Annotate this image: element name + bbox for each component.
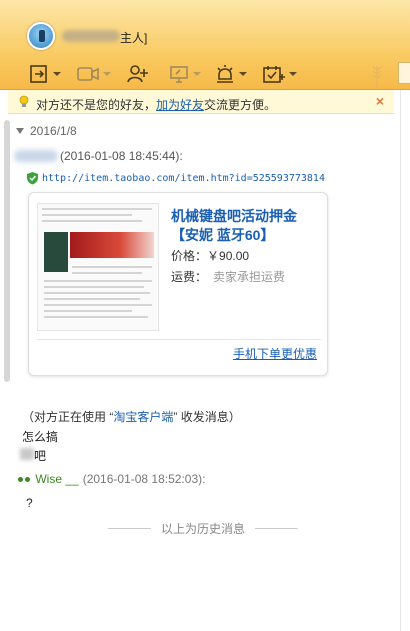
- price-row: 价格：￥90.00: [171, 247, 249, 264]
- message-timestamp: (2016-01-08 18:52:03):: [82, 472, 206, 486]
- chat-history[interactable]: 2016/1/8 (2016-01-08 18:45:44): http://i…: [0, 114, 410, 631]
- shipping-label: 运费：: [171, 270, 208, 284]
- chevron-down-icon: [239, 72, 247, 76]
- alarm-icon: [217, 65, 233, 83]
- date-group-header[interactable]: 2016/1/8: [16, 124, 77, 138]
- send-file-icon: [30, 65, 47, 83]
- status-dot-icon: [25, 477, 30, 483]
- message-text: ?: [26, 496, 33, 510]
- panel-border: [400, 90, 401, 631]
- side-panel-toggle[interactable]: [398, 62, 410, 84]
- divider-line: [255, 528, 299, 529]
- taobao-client-link[interactable]: 淘宝客户端: [113, 410, 173, 424]
- task-button[interactable]: [262, 62, 297, 86]
- client-notice-before: （对方正在使用 “: [22, 410, 114, 424]
- notice-text-before: 对方还不是您的好友，: [36, 98, 157, 112]
- shipping-row: 运费： 卖家承担运费: [171, 268, 285, 285]
- notice-text: 对方还不是您的好友，加为好友交流更方便。: [36, 96, 276, 113]
- video-call-icon: [77, 67, 99, 81]
- history-divider-label: 以上为历史消息: [161, 522, 246, 536]
- chevron-down-icon: [289, 72, 297, 76]
- redacted-text: [20, 448, 34, 460]
- verified-shield-icon: [27, 172, 38, 185]
- task-icon: [263, 66, 285, 83]
- add-friend-link[interactable]: 加为好友: [156, 98, 204, 112]
- product-thumbnail[interactable]: [37, 203, 159, 331]
- redacted-name: [62, 30, 120, 42]
- lightbulb-icon: [19, 95, 29, 107]
- status-dot-icon: [18, 477, 23, 483]
- product-title-link[interactable]: 机械键盘吧活动押金【安妮 蓝牙60】: [171, 207, 321, 245]
- toolbar: [0, 58, 410, 90]
- message-timestamp: (2016-01-08 18:45:44):: [60, 149, 183, 163]
- chevron-down-icon: [103, 72, 111, 76]
- history-divider: 以上为历史消息: [108, 520, 299, 537]
- client-notice: （对方正在使用 “淘宝客户端” 收发消息）: [22, 408, 241, 425]
- product-card[interactable]: 机械键盘吧活动押金【安妮 蓝牙60】 价格：￥90.00 运费： 卖家承担运费 手…: [28, 192, 328, 376]
- date-label: 2016/1/8: [30, 124, 77, 138]
- collapse-triangle-icon: [16, 128, 24, 134]
- alarm-button[interactable]: [214, 62, 247, 86]
- price-label: 价格：: [171, 249, 208, 263]
- screen-share-button[interactable]: [168, 62, 201, 86]
- friend-notice-bar: 对方还不是您的好友，加为好友交流更方便。 ×: [8, 90, 394, 114]
- item-url-link[interactable]: http://item.taobao.com/item.htm?id=52559…: [42, 173, 325, 184]
- divider: [37, 339, 321, 340]
- chevron-down-icon: [193, 72, 201, 76]
- add-contact-button[interactable]: [126, 62, 150, 86]
- chevron-down-icon: [53, 72, 61, 76]
- shipping-value: 卖家承担运费: [213, 270, 286, 284]
- title-bar: 主人]: [0, 0, 410, 58]
- redacted-sender: [14, 150, 58, 162]
- avatar[interactable]: [27, 22, 55, 50]
- message-link-row: http://item.taobao.com/item.htm?id=52559…: [26, 171, 325, 185]
- wheat-icon: [372, 66, 382, 87]
- scrollbar[interactable]: [4, 120, 10, 382]
- message-text: 吧: [34, 449, 47, 463]
- client-notice-after: ” 收发消息）: [173, 410, 241, 424]
- divider-line: [108, 528, 151, 529]
- send-file-button[interactable]: [28, 62, 61, 86]
- sender-name[interactable]: Wise __: [35, 472, 78, 486]
- add-contact-icon: [127, 65, 148, 83]
- video-call-button[interactable]: [76, 62, 111, 86]
- close-icon[interactable]: ×: [376, 93, 384, 109]
- price-value: ￥90.00: [207, 249, 250, 263]
- notice-text-after: 交流更方便。: [204, 98, 277, 112]
- message-header: Wise __ (2016-01-08 18:52:03):: [18, 472, 205, 486]
- window-title: 主人]: [120, 31, 148, 45]
- message-text: 怎么搞: [22, 430, 59, 444]
- screen-share-icon: [170, 66, 188, 83]
- mobile-order-link[interactable]: 手机下单更优惠: [233, 345, 317, 362]
